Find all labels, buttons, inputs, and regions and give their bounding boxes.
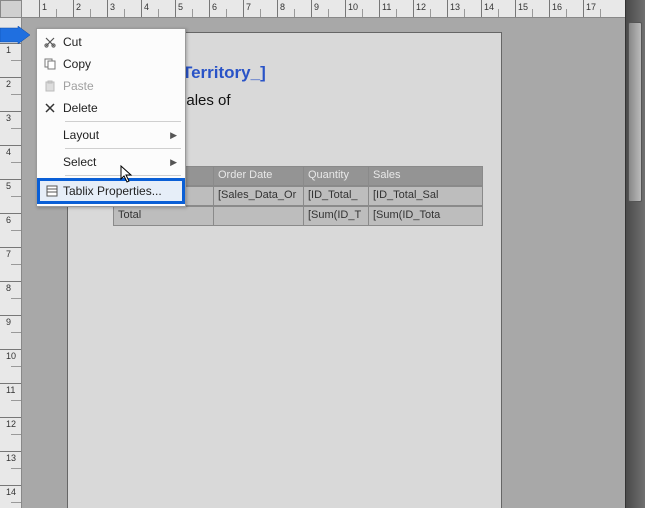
properties-icon [40,185,63,197]
ruler-tick-label: 4 [6,147,11,157]
scrollbar-thumb[interactable] [628,22,642,202]
ruler-tick-label: 11 [6,385,15,395]
menu-paste: Paste [37,75,185,97]
ruler-tick-label: 1 [42,2,47,12]
menu-label: Tablix Properties... [63,184,176,198]
ruler-corner [0,0,22,18]
table-header-cell[interactable]: Sales [369,167,482,185]
ruler-tick-label: 3 [110,2,115,12]
table-cell[interactable]: [ID_Total_Sal [369,187,482,205]
ruler-tick-label: 15 [518,2,528,12]
menu-copy[interactable]: Copy [37,53,185,75]
table-header-cell[interactable]: Order Date [214,167,304,185]
ruler-tick-label: 12 [6,419,16,429]
ruler-tick-label: 13 [6,453,16,463]
menu-separator [65,148,181,149]
copy-icon [37,58,63,70]
ruler-tick-label: 8 [280,2,285,12]
table-cell[interactable] [214,207,304,225]
chevron-right-icon: ▶ [170,130,177,141]
ruler-tick-label: 4 [144,2,149,12]
menu-tablix-properties[interactable]: Tablix Properties... [37,178,185,204]
table-cell[interactable]: Total [114,207,214,225]
ruler-tick-label: 6 [6,215,11,225]
scissors-icon [37,36,63,48]
menu-select[interactable]: Select ▶ [37,151,185,173]
ruler-tick-label: 3 [6,113,11,123]
ruler-tick-label: 7 [246,2,251,12]
ruler-tick-label: 10 [6,351,16,361]
ruler-tick-label: 12 [416,2,426,12]
paste-icon [37,80,63,92]
ruler-tick-label: 8 [6,283,11,293]
ruler-tick-label: 17 [586,2,596,12]
ruler-tick-label: 11 [382,2,391,12]
ruler-tick-label: 14 [6,487,16,497]
table-cell[interactable]: [Sum(ID_T [304,207,369,225]
table-cell[interactable]: [Sales_Data_Or [214,187,304,205]
menu-label: Layout [63,128,179,142]
menu-label: Copy [63,57,179,71]
menu-label: Cut [63,35,179,49]
menu-label: Select [63,155,179,169]
delete-icon [37,102,63,114]
menu-layout[interactable]: Layout ▶ [37,124,185,146]
ruler-tick-label: 5 [6,181,11,191]
ruler-tick-label: 1 [6,45,11,55]
ruler-tick-label: 7 [6,249,11,259]
ruler-tick-label: 10 [348,2,358,12]
horizontal-ruler: 1234567891011121314151617 [22,0,625,18]
ruler-tick-label: 13 [450,2,460,12]
table-row[interactable]: Total [Sum(ID_T [Sum(ID_Tota [113,206,483,226]
ruler-tick-label: 5 [178,2,183,12]
ruler-tick-label: 2 [76,2,81,12]
menu-label: Delete [63,101,179,115]
table-header-cell[interactable]: Quantity [304,167,369,185]
menu-cut[interactable]: Cut [37,31,185,53]
ruler-tick-label: 2 [6,79,11,89]
menu-separator [65,121,181,122]
menu-label: Paste [63,79,179,93]
vertical-ruler: 1234567891011121314 [0,18,22,508]
ruler-tick-label: 14 [484,2,494,12]
ruler-tick-label: 16 [552,2,562,12]
ruler-tick-label: 9 [6,317,11,327]
menu-separator [65,175,181,176]
ruler-tick-label: 9 [314,2,319,12]
chevron-right-icon: ▶ [170,157,177,168]
ruler-tick-label: 6 [212,2,217,12]
context-menu: Cut Copy Paste Delete Layout ▶ Select ▶ … [36,28,186,207]
table-cell[interactable]: [Sum(ID_Tota [369,207,482,225]
table-cell[interactable]: [ID_Total_ [304,187,369,205]
menu-delete[interactable]: Delete [37,97,185,119]
vertical-scrollbar[interactable] [625,0,645,508]
